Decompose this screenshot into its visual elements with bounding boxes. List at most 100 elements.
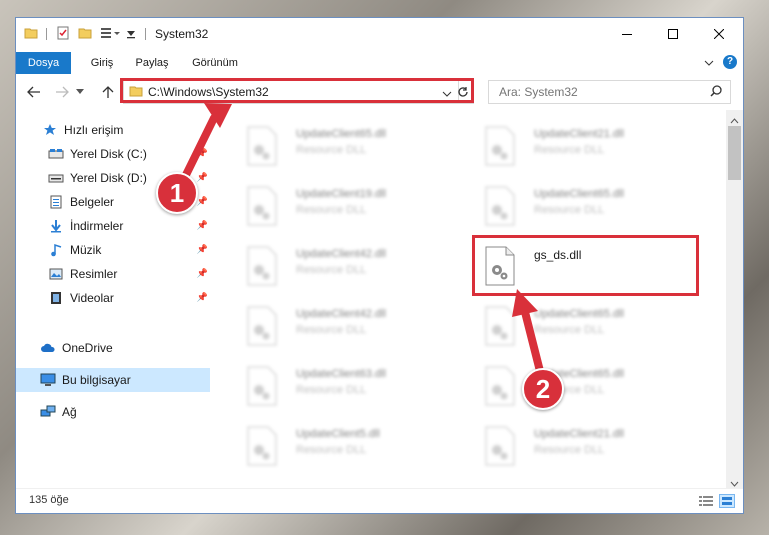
customize-toolbar-icon[interactable] bbox=[126, 27, 136, 42]
drive-icon bbox=[48, 146, 64, 162]
sidebar-item-label: İndirmeler bbox=[70, 219, 124, 233]
file-item[interactable]: UpdateClient42.dll Resource DLL bbox=[240, 240, 470, 296]
separator bbox=[46, 28, 47, 40]
search-box[interactable] bbox=[488, 80, 731, 104]
ribbon-tabs: Dosya Giriş Paylaş Görünüm ? bbox=[16, 52, 743, 75]
file-item[interactable]: UpdateClient65.dll Resource DLL bbox=[240, 120, 470, 176]
sidebar-item-this-pc[interactable]: Bu bilgisayar bbox=[16, 368, 210, 392]
file-name: UpdateClient21.dll bbox=[534, 128, 624, 140]
dll-file-icon bbox=[485, 126, 515, 166]
videos-icon bbox=[48, 290, 64, 306]
dll-file-icon bbox=[485, 426, 515, 466]
search-icon[interactable] bbox=[710, 85, 722, 100]
help-icon[interactable]: ? bbox=[723, 55, 737, 69]
file-item[interactable]: UpdateClient65.dll Resource DLL bbox=[478, 360, 708, 416]
file-name: UpdateClient19.dll bbox=[296, 188, 386, 200]
sidebar-item-music[interactable]: Müzik 📌 bbox=[16, 238, 210, 262]
file-item[interactable]: UpdateClient63.dll Resource DLL bbox=[240, 360, 470, 416]
sidebar-item-network[interactable]: Ağ bbox=[16, 400, 210, 424]
new-folder-icon[interactable] bbox=[78, 26, 92, 43]
file-item[interactable]: UpdateClient65.dll Resource DLL bbox=[478, 180, 708, 236]
sidebar-item-label: Yerel Disk (D:) bbox=[70, 171, 147, 185]
file-type: Resource DLL bbox=[296, 264, 367, 276]
dll-file-icon bbox=[485, 306, 515, 346]
sidebar-item-disk-c[interactable]: Yerel Disk (C:) 📌 bbox=[16, 142, 210, 166]
music-icon bbox=[48, 242, 64, 258]
folder-icon[interactable] bbox=[24, 26, 38, 43]
dll-file-icon bbox=[247, 126, 277, 166]
dll-file-icon bbox=[485, 366, 515, 406]
address-highlight-box bbox=[120, 78, 474, 103]
sidebar-item-downloads[interactable]: İndirmeler 📌 bbox=[16, 214, 210, 238]
scrollbar-thumb[interactable] bbox=[728, 126, 741, 180]
tab-file[interactable]: Dosya bbox=[16, 52, 71, 74]
search-input[interactable] bbox=[497, 84, 701, 100]
sidebar-item-label: Müzik bbox=[70, 243, 102, 257]
dll-file-icon bbox=[247, 306, 277, 346]
dll-file-icon bbox=[247, 366, 277, 406]
details-view-icon[interactable] bbox=[698, 495, 714, 510]
status-bar: 135 öğe bbox=[16, 488, 743, 513]
recent-locations-button[interactable] bbox=[74, 82, 86, 102]
navigation-pane: Hızlı erişim Yerel Disk (C:) 📌 Yerel Dis… bbox=[16, 110, 210, 488]
file-type: Resource DLL bbox=[534, 324, 605, 336]
pin-icon[interactable]: 📌 bbox=[197, 172, 208, 183]
step-2-badge: 2 bbox=[522, 368, 564, 410]
view-menu-icon[interactable] bbox=[100, 26, 122, 43]
pictures-icon bbox=[48, 266, 64, 282]
sidebar-item-label: Yerel Disk (C:) bbox=[70, 147, 147, 161]
sidebar-item-videos[interactable]: Videolar 📌 bbox=[16, 286, 210, 310]
file-type: Resource DLL bbox=[296, 384, 367, 396]
pin-icon[interactable]: 📌 bbox=[197, 220, 208, 231]
file-item[interactable]: UpdateClient21.dll Resource DLL bbox=[478, 420, 708, 476]
tab-view[interactable]: Görünüm bbox=[186, 52, 244, 74]
dll-file-icon bbox=[247, 186, 277, 226]
file-type: Resource DLL bbox=[534, 444, 605, 456]
file-item[interactable]: UpdateClient19.dll Resource DLL bbox=[240, 180, 470, 236]
sidebar-item-pictures[interactable]: Resimler 📌 bbox=[16, 262, 210, 286]
file-highlight-box bbox=[472, 235, 699, 296]
tab-share[interactable]: Paylaş bbox=[130, 52, 174, 74]
pin-icon[interactable]: 📌 bbox=[197, 196, 208, 207]
sidebar-item-onedrive[interactable]: OneDrive bbox=[16, 336, 210, 360]
vertical-scrollbar[interactable] bbox=[726, 110, 743, 488]
chevron-down-icon[interactable] bbox=[704, 57, 714, 71]
tiles-view-icon[interactable] bbox=[719, 494, 735, 508]
tab-home[interactable]: Giriş bbox=[82, 52, 122, 74]
dll-file-icon bbox=[247, 246, 277, 286]
forward-button[interactable] bbox=[52, 82, 72, 102]
back-button[interactable] bbox=[24, 82, 44, 102]
title-bar: System32 bbox=[16, 18, 743, 52]
navigation-bar: C:\Windows\System32 bbox=[16, 74, 743, 110]
file-name: UpdateClient65.dll bbox=[534, 308, 624, 320]
sidebar-item-quick-access[interactable]: Hızlı erişim bbox=[16, 118, 210, 142]
sidebar-item-label: Videolar bbox=[70, 291, 114, 305]
explorer-window: System32 Dosya Giriş Paylaş Görünüm ? C:… bbox=[16, 18, 743, 513]
up-button[interactable] bbox=[98, 82, 118, 102]
file-name: UpdateClient5.dll bbox=[296, 428, 380, 440]
sidebar-item-label: OneDrive bbox=[62, 341, 113, 355]
file-type: Resource DLL bbox=[296, 324, 367, 336]
dll-file-icon bbox=[485, 186, 515, 226]
chevron-up-icon[interactable] bbox=[730, 113, 739, 127]
file-name: UpdateClient42.dll bbox=[296, 308, 386, 320]
properties-icon[interactable] bbox=[56, 26, 70, 43]
separator bbox=[145, 28, 146, 40]
minimize-button[interactable] bbox=[604, 18, 650, 50]
file-item[interactable]: UpdateClient42.dll Resource DLL bbox=[240, 300, 470, 356]
sidebar-item-label: Belgeler bbox=[70, 195, 115, 209]
file-item[interactable]: UpdateClient65.dll Resource DLL bbox=[478, 300, 708, 356]
pin-icon[interactable]: 📌 bbox=[197, 148, 208, 159]
close-button[interactable] bbox=[696, 18, 742, 50]
maximize-button[interactable] bbox=[650, 18, 696, 50]
item-count: 135 öğe bbox=[29, 494, 69, 506]
file-item[interactable]: UpdateClient21.dll Resource DLL bbox=[478, 120, 708, 176]
pin-icon[interactable]: 📌 bbox=[197, 244, 208, 255]
step-1-badge: 1 bbox=[156, 172, 198, 214]
file-name: UpdateClient63.dll bbox=[296, 368, 386, 380]
file-name: UpdateClient65.dll bbox=[534, 188, 624, 200]
pin-icon[interactable]: 📌 bbox=[197, 292, 208, 303]
pin-icon[interactable]: 📌 bbox=[197, 268, 208, 279]
file-type: Resource DLL bbox=[296, 444, 367, 456]
file-item[interactable]: UpdateClient5.dll Resource DLL bbox=[240, 420, 470, 476]
